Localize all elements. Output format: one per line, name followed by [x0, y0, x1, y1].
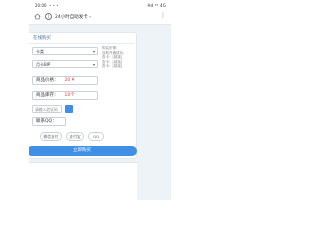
card-title: 在线购买: [29, 33, 134, 44]
pay-option-label: 支付宝: [69, 134, 81, 139]
product-select-value: 月卡BIP: [36, 62, 51, 67]
chevron-down-icon: ▾: [92, 62, 95, 67]
page-url[interactable]: 24小时自助发卡 ›: [55, 14, 91, 20]
category-select-value: 卡类: [36, 49, 44, 54]
pay-option-wechat[interactable]: 微信支付: [40, 132, 62, 141]
category-select[interactable]: 卡类 ▾: [32, 47, 98, 55]
purchase-card: 在线购买 卡类 ▾ 月卡BIP ▾ 商品价格： 20 ¥ 商品库存： 10个 购买步…: [29, 32, 137, 159]
status-bar: 20:00 • • • Hd ⁴⁶ 4G: [29, 0, 171, 10]
mobile-page: 20:00 • • • Hd ⁴⁶ 4G i 24小时自助发卡 › ⋮ 在线购买…: [29, 0, 171, 200]
pay-option-label: 微信支付: [43, 134, 59, 139]
buy-now-button[interactable]: 立即购买: [29, 146, 137, 156]
price-label: 商品价格：: [36, 78, 59, 83]
price-value: 20 ¥: [64, 78, 75, 83]
stock-value: 10个: [64, 93, 75, 98]
help-text: 购买步骤： 自助开通成功， 查卡：[链接] 查卡：[链接] 查卡：[链接]: [102, 46, 127, 69]
captcha-input[interactable]: 请输入验证码: [32, 105, 62, 113]
status-signal: Hd ⁴⁶ 4G: [145, 3, 166, 8]
pay-option-alipay[interactable]: 支付宝: [66, 132, 84, 141]
stock-label: 商品库存：: [36, 93, 59, 98]
lower-panel: [29, 162, 137, 200]
product-select[interactable]: 月卡BIP ▾: [32, 60, 98, 68]
status-dots: • • •: [49, 3, 59, 8]
more-menu-icon[interactable]: ⋮: [160, 12, 166, 19]
stock-field: 商品库存： 10个: [32, 91, 98, 100]
pay-option-qq[interactable]: QQ: [88, 132, 104, 141]
captcha-image[interactable]: [65, 105, 73, 113]
pay-option-label: QQ: [93, 134, 99, 139]
help-line: 查卡：[链接]: [102, 64, 123, 69]
chevron-down-icon: ▾: [92, 49, 95, 54]
home-icon[interactable]: [34, 13, 41, 20]
qq-field[interactable]: 联系QQ：: [32, 117, 66, 126]
status-time: 20:00: [35, 3, 47, 8]
info-icon[interactable]: i: [45, 13, 52, 20]
price-field: 商品价格： 20 ¥: [32, 76, 98, 85]
browser-address-bar: i 24小时自助发卡 › ⋮: [29, 10, 171, 25]
captcha-placeholder: 请输入验证码: [35, 107, 58, 112]
buy-now-label: 立即购买: [73, 148, 91, 153]
qq-label: 联系QQ：: [36, 119, 57, 124]
